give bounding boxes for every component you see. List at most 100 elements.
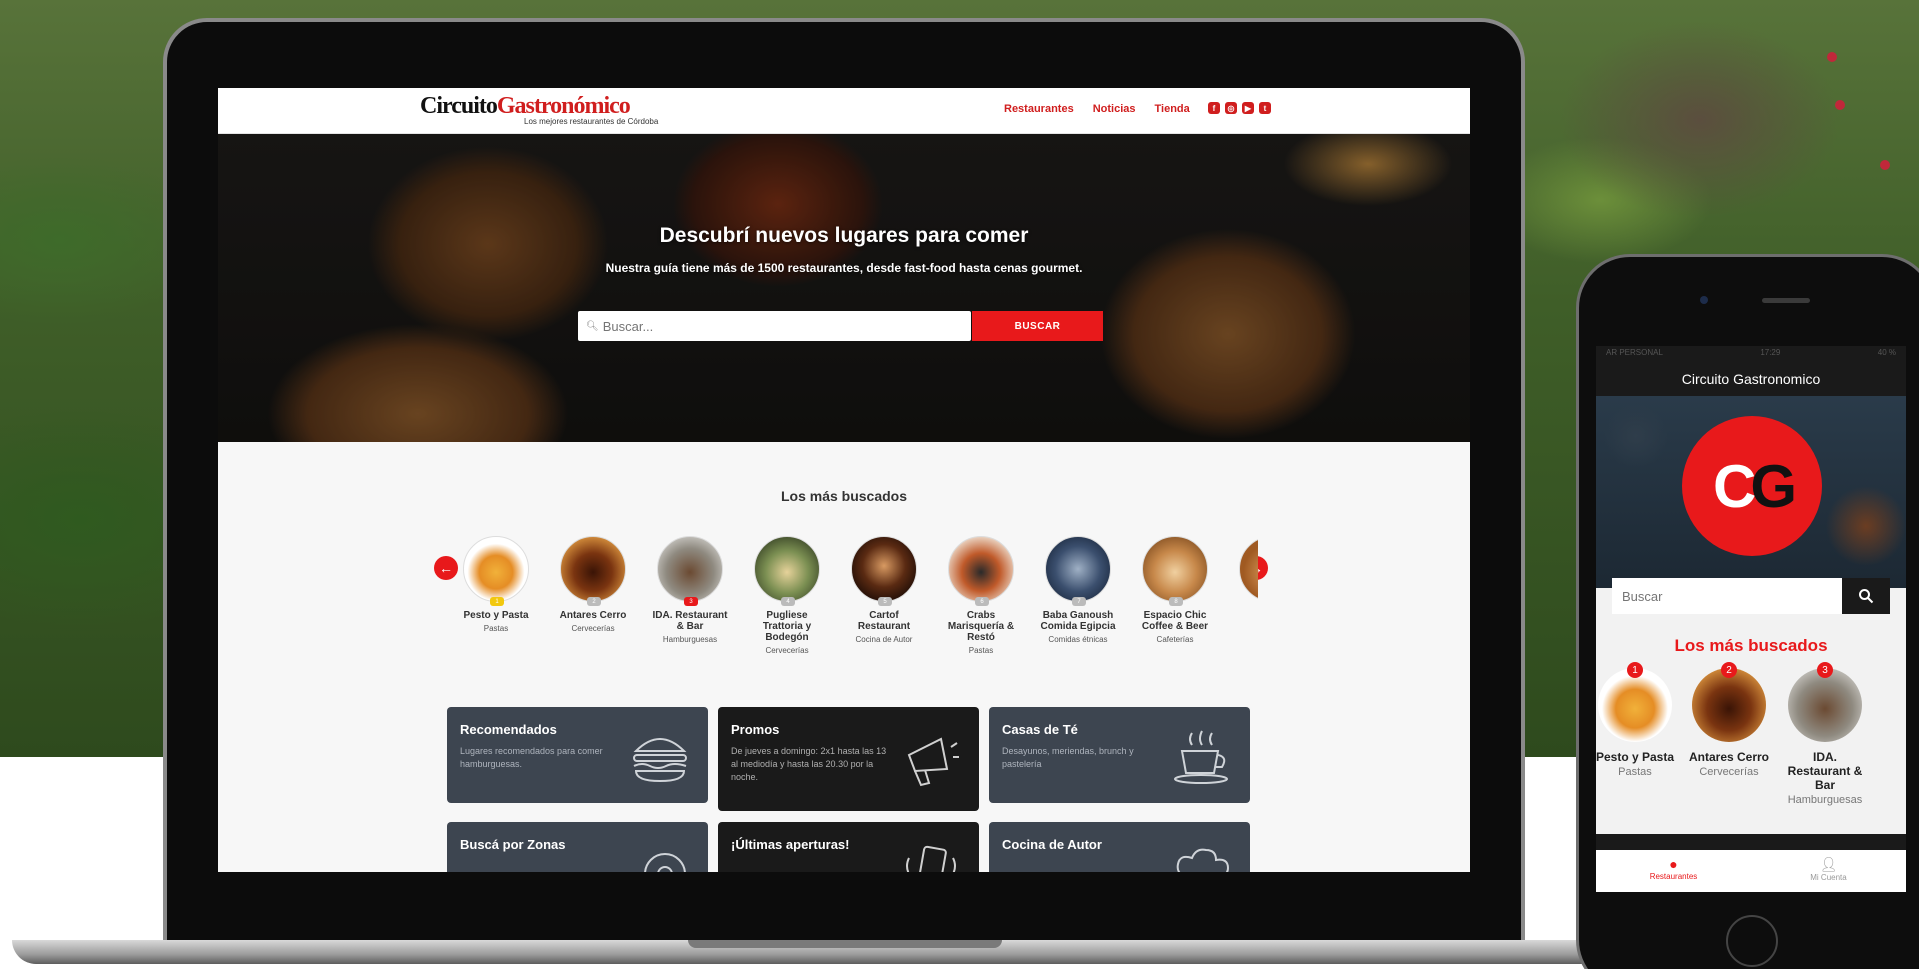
tab-label: Restaurantes <box>1649 872 1698 881</box>
logo-tagline: Los mejores restaurantes de Córdoba <box>524 117 659 126</box>
restaurant-name: IDA. Restaurant & Bar <box>1787 750 1863 792</box>
decorative-flower <box>1880 160 1890 170</box>
rank-badge: 6 <box>975 597 989 606</box>
restaurant-thumbnail: 3 <box>657 536 723 606</box>
restaurant-name: Baba Ganoush Comida Egipcia <box>1040 610 1116 632</box>
phone-home-button <box>1726 915 1778 967</box>
card-ultimas-aperturas[interactable]: ¡Últimas aperturas! <box>718 822 979 872</box>
app-search-button[interactable] <box>1842 578 1890 614</box>
restaurant-name: Cartof Restaurant <box>857 610 911 632</box>
laptop-notch <box>688 940 1002 948</box>
social-links: f ◎ ▶ t <box>1208 102 1271 114</box>
hero-subtitle: Nuestra guía tiene más de 1500 restauran… <box>605 261 1083 275</box>
hero-overlay <box>218 134 1470 442</box>
restaurant-thumbnail: 1 <box>463 536 529 606</box>
instagram-icon[interactable]: ◎ <box>1225 102 1237 114</box>
phone-screen: AR PERSONAL 17:29 40 % Circuito Gastrono… <box>1596 346 1906 892</box>
rank-badge: 7 <box>1072 597 1086 606</box>
decorative-flower <box>1835 100 1845 110</box>
restaurant-category: Pastas <box>968 646 994 655</box>
card-description: Lugares recomendados para comer hamburgu… <box>460 746 603 769</box>
card-cocina-de-autor[interactable]: Cocina de Autor <box>989 822 1250 872</box>
card-busca-por-zonas[interactable]: Buscá por Zonas <box>447 822 708 872</box>
nav-noticias[interactable]: Noticias <box>1093 103 1136 115</box>
user-icon: 👤︎ <box>1819 856 1838 872</box>
search-icon <box>1859 589 1874 604</box>
laptop-screen: CircuitoGastronómico Los mejores restaur… <box>218 88 1470 872</box>
carrier-label: AR PERSONAL <box>1606 348 1663 357</box>
tab-mi-cuenta[interactable]: 👤︎ Mi Cuenta <box>1751 850 1906 892</box>
restaurant-thumbnail: 8 <box>1142 536 1208 606</box>
carousel-item[interactable]: 5 Cartof Restaurant Cocina de Autor <box>846 536 922 644</box>
rank-badge: 2 <box>1721 662 1737 678</box>
twitter-icon[interactable]: t <box>1259 102 1271 114</box>
burger-icon <box>633 738 687 783</box>
restaurant-category: Cervecerías <box>571 624 615 633</box>
card-casas-de-te[interactable]: Casas de Té Desayunos, meriendas, brunch… <box>989 707 1250 803</box>
app-search-input[interactable] <box>1612 578 1844 614</box>
status-bar: AR PERSONAL 17:29 40 % <box>1596 346 1906 362</box>
restaurant-thumbnail: 1 <box>1598 662 1672 742</box>
megaphone-icon <box>907 737 959 787</box>
card-recomendados[interactable]: Recomendados Lugares recomendados para c… <box>447 707 708 803</box>
logo-text-black: Circuito <box>420 93 498 119</box>
carousel-item[interactable]: 6 Crabs Marisquería & Restó Pastas <box>943 536 1019 655</box>
rank-badge: 1 <box>490 597 504 606</box>
main-nav: Restaurantes Noticias Tienda <box>1004 103 1190 115</box>
rank-badge: 1 <box>1627 662 1643 678</box>
restaurant-name: Espacio Chic Coffee & Beer <box>1141 610 1209 632</box>
app-list-item[interactable]: 3 IDA. Restaurant & Bar Hamburguesas <box>1780 662 1870 806</box>
restaurant-category: Pastas <box>483 624 509 633</box>
rank-badge: 4 <box>781 597 795 606</box>
search-input[interactable] <box>602 318 963 334</box>
carousel-item[interactable]: 8 Espacio Chic Coffee & Beer Cafeterías <box>1137 536 1213 644</box>
battery-label: 40 % <box>1877 348 1896 357</box>
carousel-item[interactable]: 4 Pugliese Trattoria y Bodegón Cervecerí… <box>749 536 825 655</box>
site-logo[interactable]: CircuitoGastronómico Los mejores restaur… <box>420 93 658 126</box>
restaurant-thumbnail <box>1239 536 1258 602</box>
app-logo: CG <box>1682 416 1822 556</box>
restaurant-category: Comidas étnicas <box>1048 635 1108 644</box>
app-hero: CG <box>1596 396 1906 588</box>
search-button[interactable]: BUSCAR <box>972 311 1103 341</box>
carousel-item[interactable]: 7 Baba Ganoush Comida Egipcia Comidas ét… <box>1040 536 1116 644</box>
search-box: 🔍︎ <box>578 311 971 341</box>
carousel-item[interactable]: 2 Antares Cerro Cervecerías <box>555 536 631 633</box>
app-header: Circuito Gastronomico <box>1596 362 1906 396</box>
search-icon: 🔍︎ <box>586 320 599 332</box>
restaurant-category: Cafeterías <box>1156 635 1194 644</box>
card-promos[interactable]: Promos De jueves a domingo: 2x1 hasta la… <box>718 707 979 811</box>
rank-badge: 3 <box>684 597 698 606</box>
nav-restaurantes[interactable]: Restaurantes <box>1004 103 1074 115</box>
rank-badge: 8 <box>1169 597 1183 606</box>
restaurant-thumbnail: 2 <box>560 536 626 606</box>
phone-icon <box>906 845 956 872</box>
carousel-item[interactable]: 3 IDA. Restaurant & Bar Hamburguesas <box>652 536 728 644</box>
popular-section-title: Los más buscados <box>780 488 908 504</box>
restaurant-thumbnail: 4 <box>754 536 820 606</box>
restaurant-name: Antares Cerro <box>1688 750 1770 764</box>
nav-tienda[interactable]: Tienda <box>1155 103 1190 115</box>
restaurant-thumbnail: 3 <box>1788 662 1862 742</box>
tab-restaurantes[interactable]: ● Restaurantes <box>1596 850 1751 892</box>
location-pin-icon: ● <box>1669 856 1678 872</box>
carousel-item[interactable]: P <box>1234 536 1258 621</box>
app-list-item[interactable]: 2 Antares Cerro Cervecerías <box>1684 662 1774 778</box>
facebook-icon[interactable]: f <box>1208 102 1220 114</box>
carousel-item[interactable]: 1 Pesto y Pasta Pastas <box>458 536 534 633</box>
restaurant-category: Cervecerías <box>1699 766 1759 778</box>
chef-hat-icon <box>1176 848 1230 872</box>
restaurant-name: Pesto y Pasta <box>463 610 529 621</box>
status-time: 17:29 <box>1760 348 1781 357</box>
restaurant-name: P <box>1234 610 1258 621</box>
restaurant-name: Crabs Marisquería & Restó <box>947 610 1015 643</box>
hero-title: Descubrí nuevos lugares para comer <box>659 224 1029 247</box>
logo-letter-g: G <box>1750 452 1797 520</box>
restaurant-thumbnail: 6 <box>948 536 1014 606</box>
youtube-icon[interactable]: ▶ <box>1242 102 1254 114</box>
restaurant-name: Antares Cerro <box>559 610 627 621</box>
carousel-prev-button[interactable]: ← <box>434 556 458 580</box>
tab-label: Mi Cuenta <box>1810 873 1847 882</box>
card-description: Desayunos, meriendas, brunch y pastelerí… <box>1002 746 1134 769</box>
app-list-item[interactable]: 1 Pesto y Pasta Pastas <box>1596 662 1680 778</box>
